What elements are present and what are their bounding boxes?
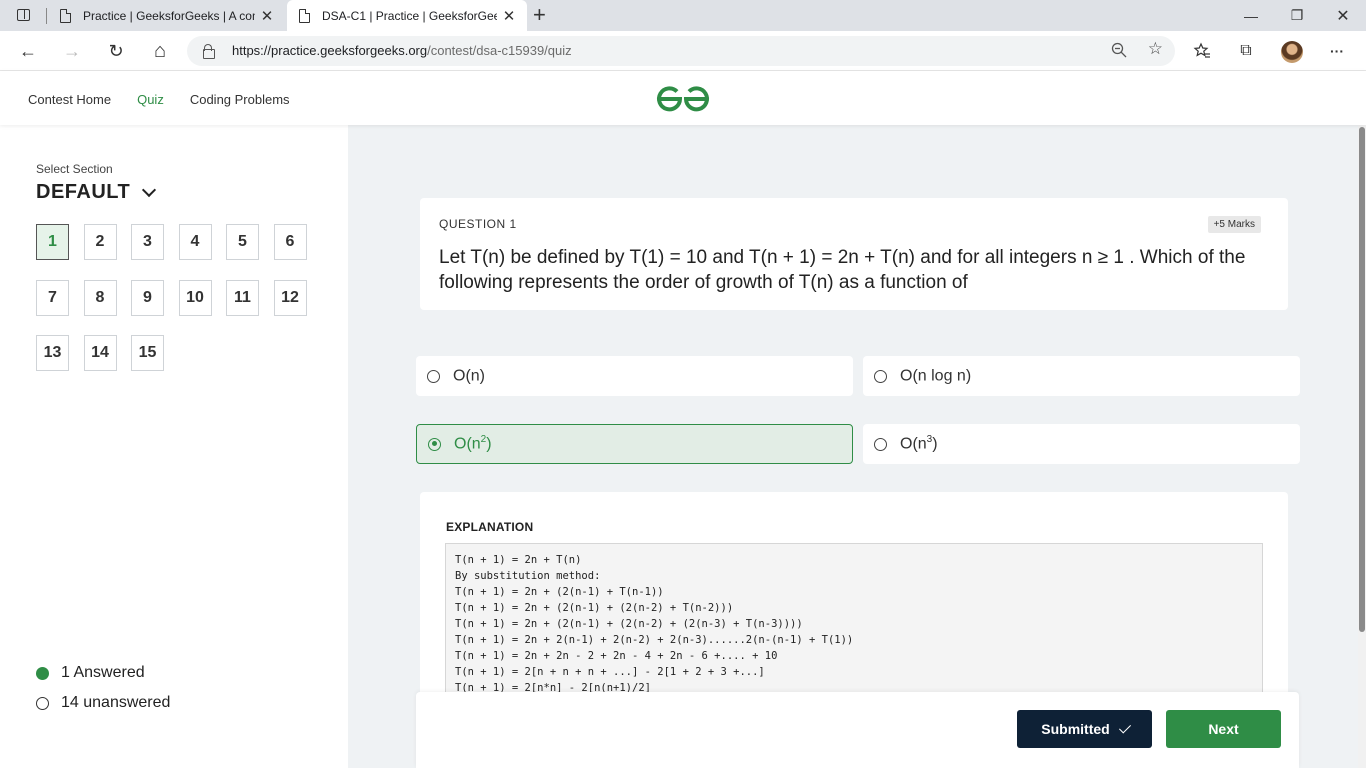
page-scrollbar[interactable] — [1358, 125, 1366, 768]
profile-avatar[interactable] — [1281, 41, 1303, 63]
nav-contest-home[interactable]: Contest Home — [28, 92, 111, 107]
option-label: O(n log n) — [900, 367, 972, 385]
site-header: Contest Home Quiz Coding Problems — [0, 71, 1366, 125]
tab-actions-icon[interactable] — [10, 6, 38, 26]
question-button-8[interactable]: 8 — [83, 279, 117, 316]
marks-badge: +5 Marks — [1207, 216, 1261, 233]
more-options-icon[interactable]: ··· — [1326, 40, 1348, 62]
question-text: Let T(n) be defined by T(1) = 10 and T(n… — [439, 247, 1246, 293]
close-tab-icon[interactable]: ✕ — [255, 7, 279, 25]
question-number: QUESTION 1 — [439, 217, 517, 231]
url-text[interactable]: https://practice.geeksforgeeks.org/conte… — [232, 43, 572, 58]
window-close-button[interactable]: ✕ — [1320, 0, 1366, 31]
favorites-icon[interactable] — [1191, 40, 1213, 62]
section-name: DEFAULT — [36, 181, 131, 203]
collections-icon[interactable]: ⧉ — [1235, 40, 1257, 62]
quiz-main: QUESTION 1 +5 Marks Let T(n) be defined … — [348, 125, 1358, 768]
question-button-3[interactable]: 3 — [131, 224, 164, 260]
radio-button-icon[interactable] — [874, 369, 887, 383]
answer-option-2[interactable]: O(n log n) — [863, 356, 1300, 396]
answered-legend: 1 Answered — [36, 664, 145, 682]
question-button-15[interactable]: 15 — [131, 335, 164, 371]
question-button-7[interactable]: 7 — [36, 279, 69, 316]
zoom-out-icon[interactable] — [1111, 42, 1127, 58]
question-button-1[interactable]: 1 — [36, 224, 69, 260]
close-tab-icon[interactable]: ✕ — [497, 7, 521, 25]
browser-tab-practice[interactable]: Practice | GeeksforGeeks | A com ✕ — [48, 0, 285, 31]
back-button[interactable]: ← — [14, 39, 42, 63]
tab-title: DSA-C1 | Practice | GeeksforGeeks — [322, 8, 497, 23]
answer-option-4[interactable]: O(n3) — [863, 424, 1300, 464]
submitted-label: Submitted — [1041, 721, 1110, 737]
tab-separator — [46, 8, 47, 24]
tab-title: Practice | GeeksforGeeks | A com — [83, 8, 255, 23]
scrollbar-thumb[interactable] — [1359, 127, 1365, 632]
question-button-4[interactable]: 4 — [178, 224, 212, 260]
home-button[interactable]: ⌂ — [146, 39, 174, 63]
answered-dot-icon — [36, 666, 49, 680]
page-icon — [60, 8, 71, 23]
option-label: O(n2) — [454, 434, 492, 453]
question-button-10[interactable]: 10 — [178, 279, 212, 316]
question-button-14[interactable]: 14 — [83, 335, 117, 371]
geeksforgeeks-logo-icon[interactable] — [655, 83, 711, 113]
explanation-label: EXPLANATION — [446, 520, 534, 534]
answered-count: 1 Answered — [61, 664, 145, 681]
unanswered-count: 14 unanswered — [61, 694, 171, 711]
chevron-down-icon[interactable] — [142, 182, 157, 197]
unanswered-dot-icon — [36, 696, 49, 710]
question-button-2[interactable]: 2 — [83, 224, 117, 260]
reload-button[interactable]: ↻ — [102, 39, 130, 63]
address-bar[interactable]: https://practice.geeksforgeeks.org/conte… — [187, 36, 1175, 66]
contest-nav: Contest Home Quiz Coding Problems — [28, 92, 290, 107]
nav-quiz[interactable]: Quiz — [137, 92, 164, 107]
new-tab-button[interactable]: + — [533, 4, 546, 26]
forward-button[interactable]: → — [58, 39, 86, 63]
question-button-6[interactable]: 6 — [273, 224, 307, 260]
next-button[interactable]: Next — [1166, 710, 1281, 748]
question-sidebar: Select Section DEFAULT 1 2 3 4 5 6 7 8 9 10 11 12 13… — [0, 125, 348, 768]
radio-button-icon[interactable] — [427, 369, 440, 383]
answer-option-1[interactable]: O(n) — [416, 356, 853, 396]
question-card: QUESTION 1 +5 Marks Let T(n) be defined … — [420, 198, 1288, 310]
browser-tab-bar: Practice | GeeksforGeeks | A com ✕ DSA-C… — [0, 0, 1366, 31]
unanswered-legend: 14 unanswered — [36, 694, 170, 712]
restore-button[interactable]: ❐ — [1274, 0, 1320, 31]
question-button-5[interactable]: 5 — [226, 224, 259, 260]
question-button-13[interactable]: 13 — [36, 335, 69, 371]
section-label: Select Section — [36, 162, 113, 176]
check-icon — [1118, 720, 1131, 734]
question-button-9[interactable]: 9 — [131, 279, 164, 316]
question-button-12[interactable]: 12 — [273, 279, 307, 316]
option-label: O(n3) — [900, 434, 938, 453]
minimize-button[interactable]: — — [1228, 0, 1274, 31]
nav-coding-problems[interactable]: Coding Problems — [190, 92, 290, 107]
browser-tab-dsa-c1[interactable]: DSA-C1 | Practice | GeeksforGeeks ✕ — [287, 0, 527, 31]
page-icon — [299, 8, 310, 23]
submitted-button[interactable]: Submitted — [1017, 710, 1152, 748]
quiz-footer: Submitted Next — [416, 692, 1299, 768]
add-favorite-icon[interactable]: ☆ — [1148, 39, 1163, 59]
radio-button-icon[interactable] — [428, 437, 441, 451]
radio-button-icon[interactable] — [874, 437, 887, 451]
answer-option-3[interactable]: O(n2) — [416, 424, 853, 464]
lock-icon[interactable] — [203, 44, 215, 59]
section-dropdown[interactable]: DEFAULT — [36, 181, 157, 204]
question-button-11[interactable]: 11 — [226, 279, 259, 316]
browser-toolbar: ← → ↻ ⌂ https://practice.geeksforgeeks.o… — [0, 31, 1366, 71]
option-label: O(n) — [453, 367, 485, 385]
